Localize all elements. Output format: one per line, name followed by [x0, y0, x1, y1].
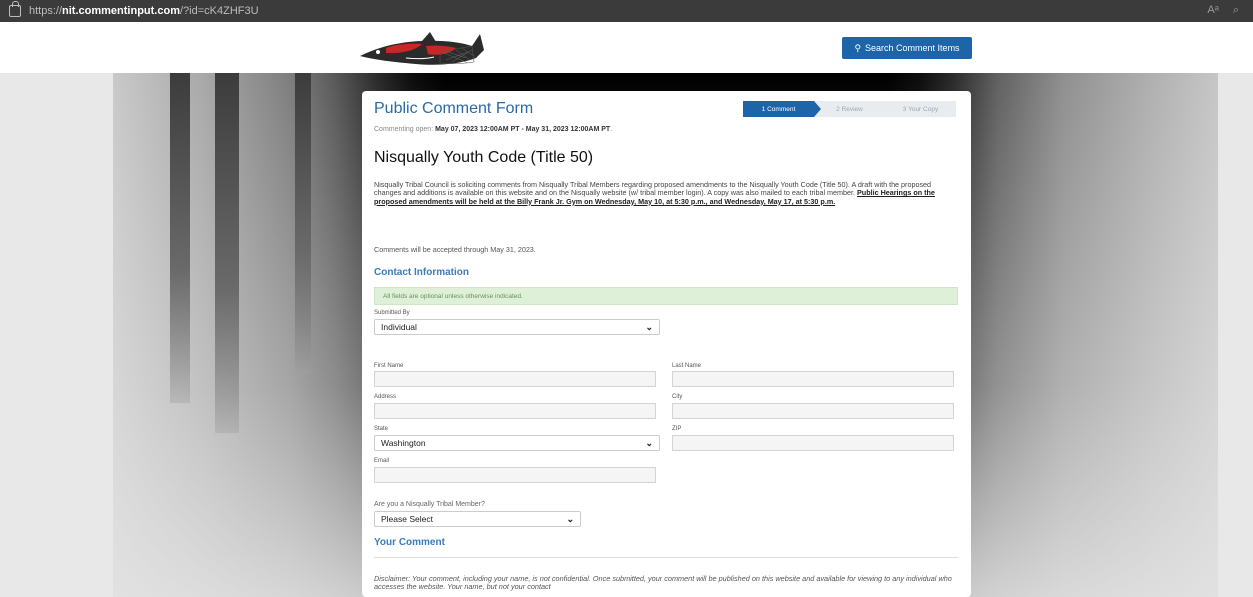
- chevron-down-icon: ⌄: [645, 437, 653, 448]
- tree-trunk-left-1: [170, 73, 190, 403]
- document-title: Nisqually Youth Code (Title 50): [374, 149, 594, 166]
- section-divider: [374, 557, 958, 558]
- optional-fields-notice: All fields are optional unless otherwise…: [374, 287, 958, 305]
- search-button-label: Search Comment Items: [865, 43, 960, 53]
- state-label: State: [374, 426, 389, 432]
- tribal-member-question: Are you a Nisqually Tribal Member?: [374, 501, 485, 508]
- chevron-down-icon: ⌄: [645, 321, 653, 332]
- contact-information-heading: Contact Information: [374, 267, 469, 278]
- last-name-label: Last Name: [672, 363, 702, 369]
- step-your-copy: 3 Your Copy: [885, 101, 956, 117]
- form-title: Public Comment Form: [374, 100, 534, 117]
- document-description: Nisqually Tribal Council is soliciting c…: [374, 180, 935, 206]
- nisqually-salmon-logo[interactable]: [356, 26, 491, 70]
- lock-icon: [9, 1, 21, 17]
- last-name-input[interactable]: [672, 371, 954, 387]
- city-input[interactable]: [672, 403, 954, 419]
- comment-form-panel: Public Comment Form 1 Comment 2 Review 3…: [362, 91, 971, 597]
- submitted-by-label: Submitted By: [374, 310, 410, 316]
- step-comment: 1 Comment: [743, 101, 821, 117]
- state-select[interactable]: Washington ⌄: [374, 435, 660, 451]
- address-label: Address: [374, 394, 397, 400]
- browser-address-bar[interactable]: https://nit.commentinput.com/?id=cK4ZHF3…: [0, 0, 1253, 22]
- tree-trunk-left-3: [295, 73, 311, 373]
- state-value: Washington: [381, 438, 426, 448]
- submitted-by-value: Individual: [381, 322, 417, 332]
- email-label: Email: [374, 458, 390, 464]
- commenting-period: Commenting open: May 07, 2023 12:00AM PT…: [374, 126, 613, 133]
- zoom-icon[interactable]: ⌕: [1233, 4, 1239, 17]
- first-name-input[interactable]: [374, 371, 656, 387]
- first-name-label: First Name: [374, 363, 404, 369]
- address-url[interactable]: https://nit.commentinput.com/?id=cK4ZHF3…: [29, 5, 259, 17]
- chevron-down-icon: ⌄: [566, 513, 574, 524]
- disclaimer-text: Disclaimer: Your comment, including your…: [374, 574, 952, 592]
- page: https://nit.commentinput.com/?id=cK4ZHF3…: [0, 0, 1253, 597]
- site-header: ⚲ Search Comment Items: [0, 22, 1253, 73]
- submitted-by-select[interactable]: Individual ⌄: [374, 319, 660, 335]
- step-review: 2 Review: [814, 101, 885, 117]
- zip-input[interactable]: [672, 435, 954, 451]
- read-aloud-icon[interactable]: Aᵃ: [1207, 4, 1218, 17]
- search-icon: ⚲: [854, 42, 862, 53]
- your-comment-heading: Your Comment: [374, 537, 445, 548]
- tree-trunk-left-2: [215, 73, 239, 433]
- form-steps: 1 Comment 2 Review 3 Your Copy: [743, 101, 956, 117]
- tribal-member-value: Please Select: [381, 514, 433, 524]
- tribal-member-select[interactable]: Please Select ⌄: [374, 511, 581, 527]
- comments-accepted-note: Comments will be accepted through May 31…: [374, 245, 536, 254]
- city-label: City: [672, 394, 683, 400]
- email-input[interactable]: [374, 467, 656, 483]
- zip-label: ZIP: [672, 426, 682, 432]
- address-input[interactable]: [374, 403, 656, 419]
- search-comment-items-button[interactable]: ⚲ Search Comment Items: [842, 37, 972, 59]
